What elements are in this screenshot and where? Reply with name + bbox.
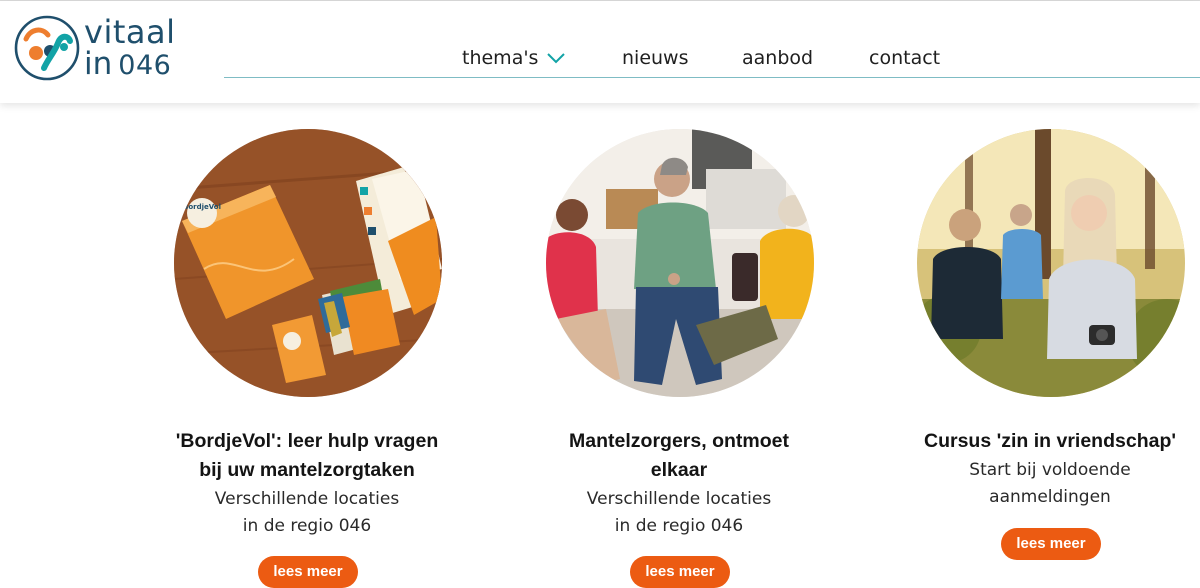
card-photo-mantelzorgers[interactable] [546,129,814,397]
lees-meer-button[interactable]: lees meer [258,556,358,588]
caregivers-photo [546,129,814,397]
card-subtitle-line: aanmeldingen [989,487,1111,507]
card-title-mantelzorgers: Mantelzorgers, ontmoet elkaar [534,427,824,485]
card-subtitle-bordjevol: Verschillende locaties in de regio 046 [162,486,452,540]
card-subtitle-line: Start bij voldoende [969,460,1131,480]
chevron-down-icon [547,52,566,63]
card-subtitle-line: Verschillende locaties [586,489,772,509]
main-navigation: thema's nieuws aanbod contact [0,45,1200,71]
bordjevol-photo: BordjeVol [174,129,442,397]
card-subtitle-line: in de regio 046 [614,516,744,536]
card-subtitle-mantelzorgers: Verschillende locaties in de regio 046 [534,486,824,540]
card-title-line: bij uw mantelzorgtaken [199,459,415,481]
nav-item-themas-label: thema's [462,47,539,69]
nav-item-themas[interactable]: thema's [462,45,566,71]
lees-meer-button[interactable]: lees meer [1001,528,1101,560]
card-title-line: elkaar [650,459,708,481]
nav-item-nieuws[interactable]: nieuws [622,45,689,71]
site-header: vitaal in 046 thema's nieuws aanbod conta… [0,1,1200,103]
card-title-line: 'BordjeVol': leer hulp vragen [175,430,439,452]
nav-underline [224,77,1200,78]
card-photo-bordjevol[interactable]: BordjeVol [174,129,442,397]
nav-item-aanbod[interactable]: aanbod [742,45,813,71]
card-title-vriendschap: Cursus 'zin in vriendschap' [905,427,1195,456]
card-photo-vriendschap[interactable] [917,129,1185,397]
offer-card-mantelzorgers: Mantelzorgers, ontmoet elkaar Verschille… [534,129,824,588]
offer-card-bordjevol: BordjeVol 'BordjeVol': leer hulp vragen … [162,129,452,588]
bordjevol-box-label: BordjeVol [183,203,221,211]
card-title-line: Cursus 'zin in vriendschap' [924,430,1176,452]
card-subtitle-line: Verschillende locaties [214,489,400,509]
logo-word-vitaal: vitaal [84,13,176,51]
hiking-photo [917,129,1185,397]
nav-item-contact[interactable]: contact [869,45,940,71]
offer-card-zin-in-vriendschap: Cursus 'zin in vriendschap' Start bij vo… [905,129,1195,579]
lees-meer-button[interactable]: lees meer [630,556,730,588]
card-title-line: Mantelzorgers, ontmoet [569,430,789,452]
card-subtitle-line: in de regio 046 [242,516,372,536]
card-title-bordjevol: 'BordjeVol': leer hulp vragen bij uw man… [162,427,452,485]
card-subtitle-vriendschap: Start bij voldoende aanmeldingen [905,457,1195,511]
